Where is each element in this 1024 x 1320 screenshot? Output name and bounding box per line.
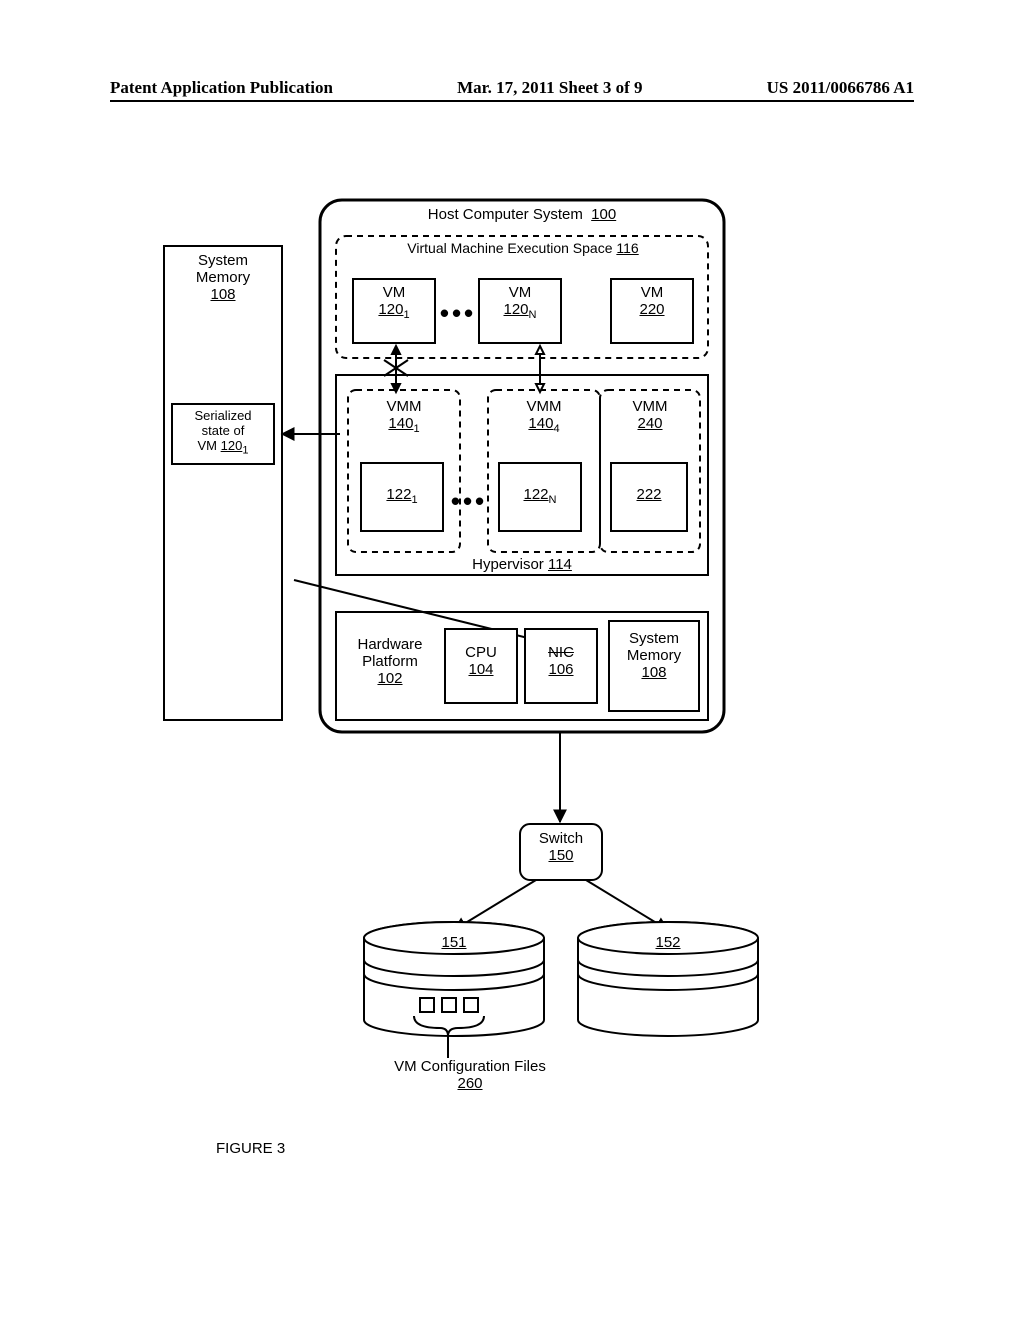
vmm-label-1: VMM 1401 (348, 398, 460, 435)
vcf-label: VM Configuration Files 260 (340, 1058, 600, 1092)
switch-label: Switch 150 (520, 830, 602, 864)
dev-box-1: 1221 (360, 462, 444, 532)
header-rule (110, 100, 914, 102)
dev-box-2: 122N (498, 462, 582, 532)
dev-box-3: 222 (610, 462, 688, 532)
serialized-state-label: Serialized state of VM 1201 (172, 408, 274, 457)
vm-box-1: VM 1201 (352, 278, 436, 344)
disk1-ref: 151 (404, 934, 504, 951)
vmm-label-3: VMM 240 (600, 398, 700, 432)
dev-ellipsis: ••• (450, 486, 488, 517)
hw-platform-label: Hardware Platform 102 (340, 636, 440, 687)
disk2-ref: 152 (618, 934, 718, 951)
header-right: US 2011/0066786 A1 (767, 78, 914, 98)
page-header: Patent Application Publication Mar. 17, … (110, 78, 914, 98)
nic-box: NIC 106 (524, 628, 598, 704)
vm-box-n: VM 120N (478, 278, 562, 344)
vm-ellipsis: ••• (438, 298, 478, 329)
memory-title: System Memory 108 (164, 252, 282, 303)
vm-box-220: VM 220 (610, 278, 694, 344)
host-title: Host Computer System 100 (330, 206, 714, 223)
header-center: Mar. 17, 2011 Sheet 3 of 9 (457, 78, 642, 98)
vmes-title: Virtual Machine Execution Space 116 (348, 240, 698, 256)
vmm-label-2: VMM 1404 (488, 398, 600, 435)
header-left: Patent Application Publication (110, 78, 333, 98)
figure-caption: FIGURE 3 (216, 1140, 356, 1157)
hypervisor-label: Hypervisor 114 (336, 556, 708, 573)
cpu-box: CPU 104 (444, 628, 518, 704)
sysmem-box: System Memory 108 (608, 620, 700, 712)
